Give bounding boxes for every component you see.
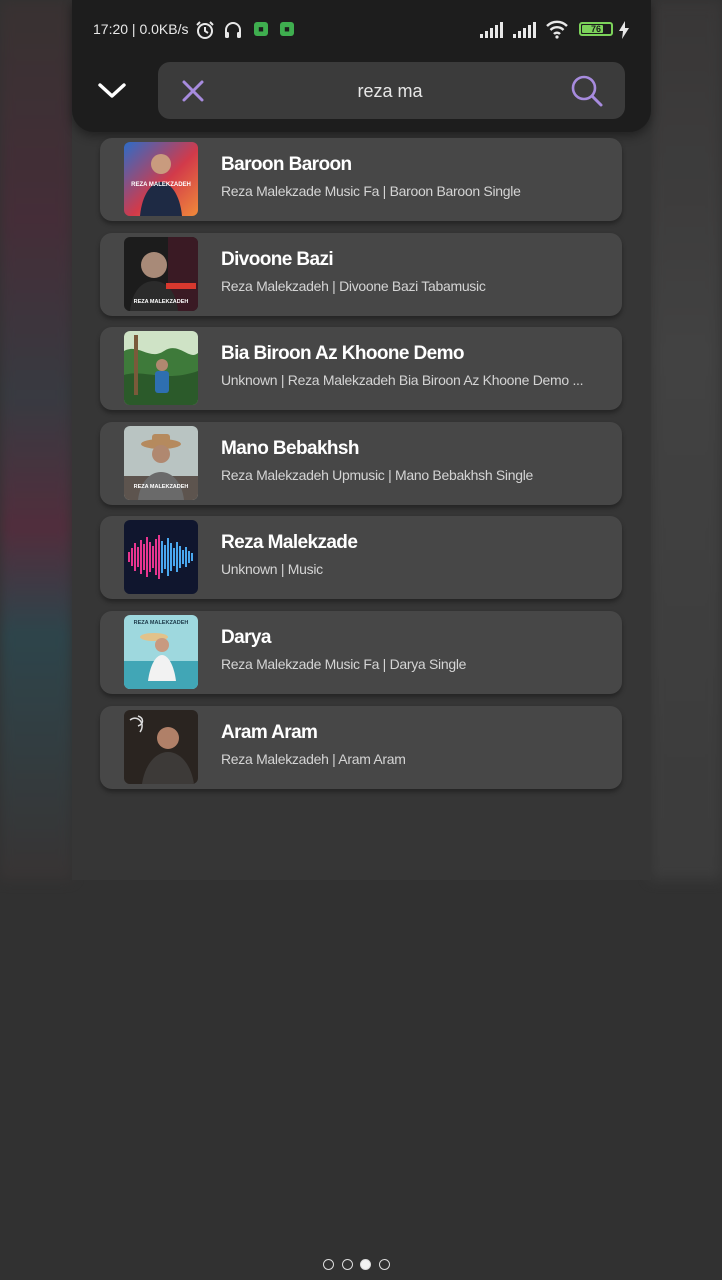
status-bar: 17:20 | 0.0KB/s ■ ■ 76 bbox=[93, 18, 633, 42]
result-title: Reza Malekzade bbox=[221, 532, 358, 554]
waveform-bar bbox=[137, 547, 139, 568]
background-blur-left bbox=[0, 0, 72, 880]
page-dot[interactable] bbox=[378, 1259, 390, 1270]
result-item[interactable]: Reza Malekzade Unknown | Music bbox=[100, 516, 622, 600]
charging-icon bbox=[618, 21, 630, 42]
waveform-bar bbox=[131, 548, 133, 567]
signal-icon bbox=[480, 21, 506, 42]
result-title: Darya bbox=[221, 626, 271, 648]
battery-level: 76 bbox=[590, 24, 601, 34]
result-subtitle: Unknown | Music bbox=[221, 561, 323, 578]
status-time: 17:20 | 0.0KB/s bbox=[93, 21, 189, 37]
result-subtitle: Unknown | Reza Malekzadeh Bia Biroon Az … bbox=[221, 372, 584, 389]
result-item[interactable]: REZA MALEKZADEH Baroon Baroon Reza Malek… bbox=[100, 138, 622, 221]
cover-text: REZA MALEKZADEH bbox=[134, 484, 189, 490]
waveform-bar bbox=[176, 542, 178, 573]
result-subtitle: Reza Malekzade Music Fa | Baroon Baroon … bbox=[221, 183, 521, 199]
album-cover: REZA MALEKZADEH bbox=[124, 425, 198, 500]
waveform-bar bbox=[146, 537, 148, 578]
waveform-bar bbox=[128, 552, 130, 563]
chevron-down-icon bbox=[94, 83, 130, 112]
waveform-bar bbox=[182, 550, 184, 565]
search-button[interactable] bbox=[570, 74, 604, 108]
result-title: Baroon Baroon bbox=[221, 154, 352, 175]
waveform-bar bbox=[143, 544, 145, 571]
headphones-icon bbox=[223, 20, 243, 43]
waveform-bar bbox=[152, 546, 154, 569]
waveform-bar bbox=[134, 543, 136, 572]
search-bar bbox=[158, 62, 625, 121]
clear-search-button[interactable] bbox=[178, 76, 208, 106]
alarm-icon bbox=[195, 20, 215, 43]
album-cover: REZA MALEKZADEH bbox=[124, 236, 198, 311]
back-button[interactable] bbox=[94, 72, 130, 108]
close-icon bbox=[178, 80, 208, 110]
cover-text: REZA MALEKZADEH bbox=[134, 299, 189, 305]
page-dot[interactable] bbox=[360, 1259, 371, 1270]
waveform-bar bbox=[140, 540, 142, 575]
background-blur-right bbox=[650, 0, 722, 880]
battery-icon: 76 bbox=[579, 22, 613, 36]
waveform-bar bbox=[167, 538, 169, 577]
waveform-bar bbox=[185, 547, 187, 568]
search-input[interactable] bbox=[218, 62, 562, 121]
waveform-bar bbox=[188, 551, 190, 564]
result-title: Bia Biroon Az Khoone Demo bbox=[221, 343, 465, 365]
waveform-bar bbox=[149, 542, 151, 573]
result-subtitle: Reza Malekzade Music Fa | Darya Single bbox=[221, 655, 467, 672]
result-title: Divoone Bazi bbox=[221, 248, 334, 270]
album-cover bbox=[124, 331, 198, 406]
waveform-bar bbox=[170, 543, 172, 572]
waveform-bar bbox=[179, 546, 181, 569]
result-subtitle: Reza Malekzadeh | Divoone Bazi Tabamusic bbox=[221, 277, 486, 294]
album-cover bbox=[124, 520, 198, 595]
waveform-bar bbox=[191, 553, 193, 562]
wifi-icon bbox=[545, 19, 569, 42]
result-item[interactable]: REZA MALEKZADEH Darya Reza Malekzade Mus… bbox=[100, 610, 622, 694]
page-dot[interactable] bbox=[341, 1259, 353, 1270]
cover-text: REZA MALEKZADEH bbox=[131, 182, 191, 188]
cover-text: REZA MALEKZADEH bbox=[134, 620, 189, 626]
album-cover: REZA MALEKZADEH bbox=[124, 142, 198, 216]
result-title: Mano Bebakhsh bbox=[221, 437, 360, 459]
waveform-bar bbox=[158, 535, 160, 580]
waveform-bar bbox=[161, 541, 163, 574]
app-notification-icon: ■ bbox=[280, 22, 294, 36]
result-subtitle: Reza Malekzadeh Upmusic | Mano Bebakhsh … bbox=[221, 466, 534, 483]
app-notification-icon: ■ bbox=[254, 22, 268, 36]
signal-icon bbox=[513, 21, 539, 42]
page-dot[interactable] bbox=[323, 1259, 334, 1270]
album-cover bbox=[124, 709, 198, 784]
result-item[interactable]: Bia Biroon Az Khoone Demo Unknown | Reza… bbox=[100, 327, 622, 411]
album-cover: REZA MALEKZADEH bbox=[124, 614, 198, 689]
waveform-bar bbox=[155, 539, 157, 576]
result-subtitle: Reza Malekzadeh | Aram Aram bbox=[221, 750, 406, 767]
result-item[interactable]: Aram Aram Reza Malekzadeh | Aram Aram bbox=[100, 705, 622, 789]
search-icon bbox=[570, 75, 604, 112]
waveform-bar bbox=[164, 545, 166, 570]
result-item[interactable]: REZA MALEKZADEH Mano Bebakhsh Reza Malek… bbox=[100, 421, 622, 505]
search-results-list: REZA MALEKZADEH Baroon Baroon Reza Malek… bbox=[100, 138, 622, 800]
waveform-bar bbox=[173, 548, 175, 567]
result-item[interactable]: REZA MALEKZADEH Divoone Bazi Reza Malekz… bbox=[100, 232, 622, 316]
result-title: Aram Aram bbox=[221, 721, 318, 743]
